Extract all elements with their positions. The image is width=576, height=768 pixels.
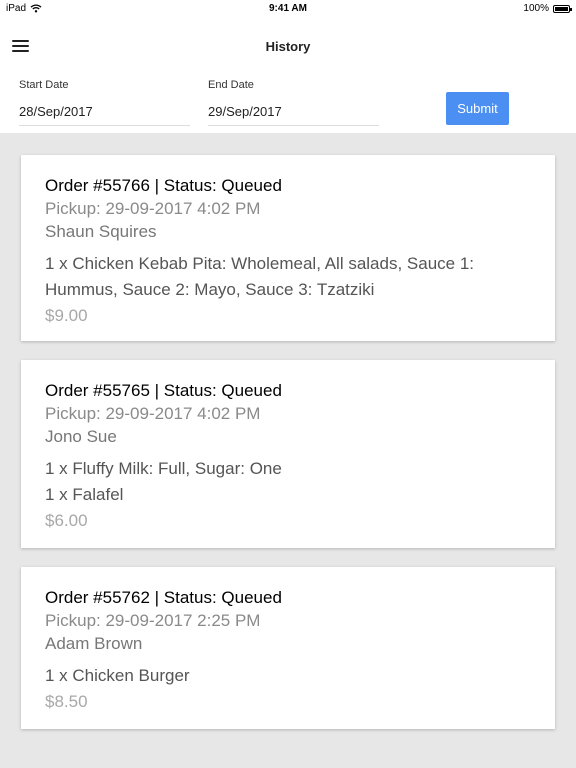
start-date-input[interactable] (19, 101, 190, 126)
order-pickup: Pickup: 29-09-2017 4:02 PM (45, 199, 261, 218)
order-customer: Shaun Squires (45, 222, 157, 241)
order-item: 1 x Fluffy Milk: Full, Sugar: One (45, 459, 282, 478)
start-date-field: Start Date (19, 79, 190, 126)
order-card[interactable]: Order #55766 | Status: Queued Pickup: 29… (21, 155, 555, 341)
start-date-label: Start Date (19, 79, 69, 91)
order-title: Order #55765 | Status: Queued (45, 381, 282, 400)
end-date-field: End Date (208, 79, 379, 126)
battery-percent: 100% (523, 3, 549, 14)
order-item: 1 x Falafel (45, 485, 124, 504)
order-card[interactable]: Order #55765 | Status: Queued Pickup: 29… (21, 360, 555, 548)
order-title: Order #55762 | Status: Queued (45, 588, 282, 607)
order-pickup: Pickup: 29-09-2017 2:25 PM (45, 611, 261, 630)
status-bar: iPad 9:41 AM 100% (0, 0, 576, 17)
order-items: 1 x Fluffy Milk: Full, Sugar: One 1 x Fa… (45, 456, 531, 508)
order-item: 1 x Chicken Kebab Pita: Wholemeal, All s… (45, 254, 475, 299)
order-price: $6.00 (45, 511, 88, 530)
order-price: $9.00 (45, 306, 88, 325)
header-area: iPad 9:41 AM 100% History Start Date End… (0, 0, 576, 133)
order-card[interactable]: Order #55762 | Status: Queued Pickup: 29… (21, 567, 555, 729)
page-title: History (265, 39, 311, 54)
submit-button[interactable]: Submit (446, 92, 509, 125)
end-date-input[interactable] (208, 101, 379, 126)
end-date-label: End Date (208, 79, 254, 91)
battery-icon (553, 4, 572, 13)
order-item: 1 x Chicken Burger (45, 666, 190, 685)
order-pickup: Pickup: 29-09-2017 4:02 PM (45, 404, 261, 423)
order-customer: Adam Brown (45, 634, 143, 653)
order-title: Order #55766 | Status: Queued (45, 176, 282, 195)
status-time: 9:41 AM (269, 3, 307, 14)
order-customer: Jono Sue (45, 427, 117, 446)
nav-bar: History (0, 30, 576, 64)
order-items: 1 x Chicken Burger (45, 663, 531, 689)
order-price: $8.50 (45, 692, 88, 711)
order-items: 1 x Chicken Kebab Pita: Wholemeal, All s… (45, 251, 531, 303)
